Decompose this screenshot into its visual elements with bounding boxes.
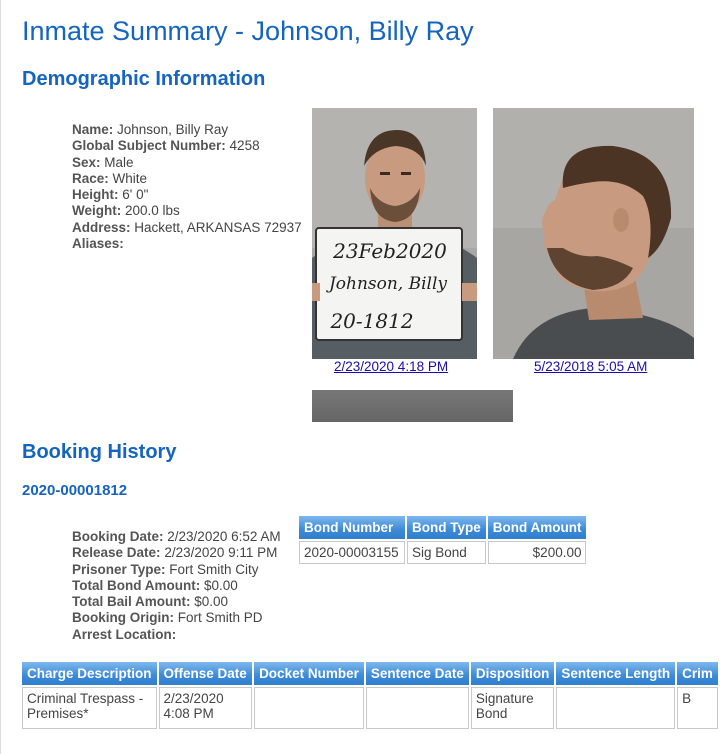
- field-value: 4258: [229, 138, 260, 154]
- demographic-row-sex: Sex: Male: [72, 155, 302, 171]
- demographic-heading: Demographic Information: [22, 68, 266, 90]
- field-value: Hackett, ARKANSAS 72937: [134, 219, 302, 235]
- offense-date-cell: 2/23/2020 4:08 PM: [158, 687, 253, 729]
- field-label: Height:: [72, 187, 119, 203]
- field-label: Race:: [72, 170, 109, 186]
- charge-table-header-row: Charge Description Offense Date Docket N…: [22, 662, 718, 685]
- field-value: Fort Smith PD: [177, 610, 263, 626]
- field-value: 6' 0": [122, 187, 149, 203]
- page-title: Inmate Summary - Johnson, Billy Ray: [22, 16, 474, 46]
- demographic-row-height: Height: 6' 0": [72, 187, 302, 203]
- mugshot-profile-image: [493, 108, 694, 359]
- booking-history-heading: Booking History: [22, 441, 177, 463]
- booking-row-total-bond: Total Bond Amount: $0.00: [72, 578, 281, 594]
- field-label: Sex:: [72, 154, 101, 170]
- field-label: Total Bail Amount:: [72, 594, 191, 610]
- mugshot-profile-date-link[interactable]: 5/23/2018 5:05 AM: [534, 359, 647, 374]
- field-label: Aliases:: [72, 236, 124, 252]
- charge-table: Charge Description Offense Date Docket N…: [20, 660, 720, 731]
- field-value: White: [112, 170, 148, 186]
- field-value: $0.00: [203, 577, 238, 593]
- bond-table-header-row: Bond Number Bond Type Bond Amount: [299, 516, 587, 539]
- field-label: Booking Date:: [72, 529, 164, 544]
- charge-header-docket-number[interactable]: Docket Number: [254, 662, 364, 685]
- bond-number-cell: 2020-00003155: [299, 541, 405, 564]
- field-label: Arrest Location:: [72, 626, 177, 642]
- bond-table: Bond Number Bond Type Bond Amount 2020-0…: [297, 514, 588, 566]
- demographic-row-gsn: Global Subject Number: 4258: [72, 138, 302, 154]
- field-value: Fort Smith City: [169, 561, 259, 577]
- mugshot-front-date-link[interactable]: 2/23/2020 4:18 PM: [334, 359, 448, 374]
- docket-number-cell: [254, 687, 364, 729]
- field-value: 2/23/2020 9:11 PM: [164, 545, 278, 561]
- charge-header-offense-date[interactable]: Offense Date: [158, 662, 253, 685]
- booking-row-release-date: Release Date: 2/23/2020 9:11 PM: [72, 545, 281, 561]
- field-value: Johnson, Billy Ray: [117, 122, 229, 137]
- demographic-info: Name: Johnson, Billy Ray Global Subject …: [72, 122, 302, 252]
- booking-row-arrest-location: Arrest Location:: [72, 627, 281, 643]
- demographic-row-weight: Weight: 200.0 lbs: [72, 203, 302, 219]
- field-label: Booking Origin:: [72, 610, 174, 626]
- charge-header-sentence-date[interactable]: Sentence Date: [365, 662, 469, 685]
- crim-cell: B: [677, 687, 718, 729]
- sign-number-text: 20-1812: [329, 309, 413, 333]
- field-value: $0.00: [194, 594, 229, 610]
- table-row: 2020-00003155 Sig Bond $200.00: [299, 541, 587, 564]
- field-value: 2/23/2020 6:52 AM: [167, 529, 281, 544]
- booking-row-total-bail: Total Bail Amount: $0.00: [72, 594, 281, 610]
- field-value: 200.0 lbs: [125, 203, 180, 219]
- booking-number: 2020-00001812: [22, 482, 128, 499]
- field-label: Name:: [72, 122, 114, 137]
- table-row: Criminal Trespass - Premises* 2/23/2020 …: [22, 687, 718, 729]
- field-label: Release Date:: [72, 545, 161, 561]
- field-value: Male: [104, 154, 134, 170]
- sentence-date-cell: [365, 687, 469, 729]
- field-label: Global Subject Number:: [72, 138, 226, 154]
- booking-info: Booking Date: 2/23/2020 6:52 AM Release …: [72, 529, 281, 643]
- booking-row-origin: Booking Origin: Fort Smith PD: [72, 610, 281, 626]
- mugshot-profile-photo[interactable]: [493, 108, 694, 359]
- bond-amount-cell: $200.00: [487, 541, 587, 564]
- page-frame-border: [0, 0, 5, 754]
- demographic-row-aliases: Aliases:: [72, 236, 302, 252]
- field-label: Weight:: [72, 203, 122, 219]
- charge-description-cell: Criminal Trespass - Premises*: [22, 687, 157, 729]
- mugshot-front-photo[interactable]: 23Feb2020 Johnson, Billy 20-1812: [312, 108, 477, 359]
- sign-date-text: 23Feb2020: [332, 239, 447, 263]
- charge-header-crim[interactable]: Crim: [677, 662, 718, 685]
- bond-header-bond-number[interactable]: Bond Number: [299, 516, 405, 539]
- sign-name-text: Johnson, Billy: [326, 274, 447, 294]
- charge-header-sentence-length[interactable]: Sentence Length: [556, 662, 676, 685]
- demographic-row-name: Name: Johnson, Billy Ray: [72, 122, 302, 138]
- bond-header-bond-amount[interactable]: Bond Amount: [487, 516, 587, 539]
- field-label: Total Bond Amount:: [72, 577, 201, 593]
- charge-header-description[interactable]: Charge Description: [22, 662, 157, 685]
- field-label: Prisoner Type:: [72, 561, 166, 577]
- booking-row-prisoner-type: Prisoner Type: Fort Smith City: [72, 562, 281, 578]
- sentence-length-cell: [556, 687, 676, 729]
- bond-header-bond-type[interactable]: Bond Type: [407, 516, 486, 539]
- redacted-image-bar: [312, 390, 513, 422]
- charge-header-disposition[interactable]: Disposition: [470, 662, 555, 685]
- booking-row-booking-date: Booking Date: 2/23/2020 6:52 AM: [72, 529, 281, 545]
- bond-type-cell: Sig Bond: [407, 541, 486, 564]
- field-label: Address:: [72, 219, 131, 235]
- disposition-cell: Signature Bond: [470, 687, 555, 729]
- mugshot-front-image: 23Feb2020 Johnson, Billy 20-1812: [312, 108, 477, 359]
- demographic-row-address: Address: Hackett, ARKANSAS 72937: [72, 220, 302, 236]
- demographic-row-race: Race: White: [72, 171, 302, 187]
